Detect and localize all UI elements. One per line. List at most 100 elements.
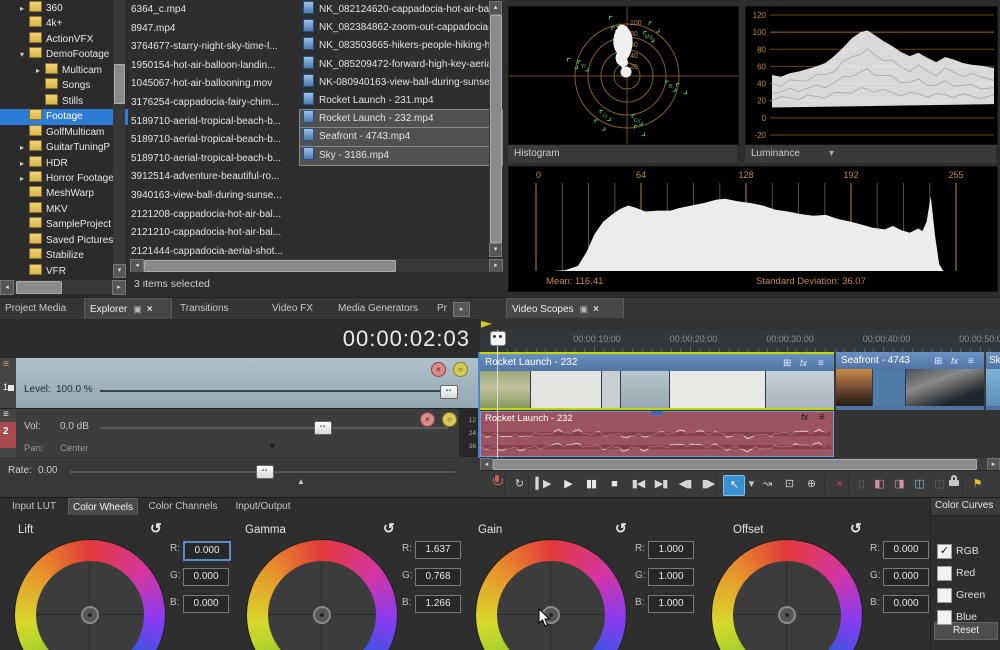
tab-window-icon[interactable]: ▣: [580, 304, 589, 314]
file-item[interactable]: Sky - 3186.mp4: [300, 147, 502, 165]
go-to-end-icon[interactable]: ▶▮: [652, 475, 670, 494]
tree-expander-icon[interactable]: ▸: [36, 63, 45, 79]
track2-solo-button[interactable]: ○: [442, 412, 457, 427]
sidebar-item-demofootage[interactable]: ▾DemoFootage: [0, 47, 129, 63]
tab-close-icon[interactable]: ×: [593, 304, 599, 315]
event-fx-icon[interactable]: fx: [800, 355, 807, 371]
tree-scrollbar-thumb[interactable]: [114, 64, 125, 104]
file-item[interactable]: 1045067-hot-air-ballooning.mov: [131, 75, 299, 93]
file-item[interactable]: NK_085209472-forward-high-key-aeria...: [300, 56, 502, 74]
track1-solo-button[interactable]: ○: [453, 362, 468, 377]
file-item[interactable]: NK_082124620-cappadocia-hot-air-bal...: [300, 1, 502, 19]
tab-overflow-button[interactable]: ▸: [453, 302, 470, 317]
timeline-scrollbar-thumb[interactable]: [493, 459, 977, 470]
tree-scroll-right-button[interactable]: ▸: [112, 280, 126, 295]
track2-vol-slider-track[interactable]: [100, 427, 448, 429]
track2-pan-center-marker[interactable]: ▼: [268, 441, 277, 451]
lock-icon[interactable]: [945, 475, 963, 494]
sidebar-item-stills[interactable]: Stills: [0, 94, 129, 110]
offset-b-value-field[interactable]: 0.000: [883, 595, 929, 613]
tab-transitions[interactable]: Transitions: [180, 298, 260, 319]
file-scrollbar-thumb-v[interactable]: [490, 15, 502, 243]
checkbox-blue[interactable]: [937, 610, 952, 625]
play-icon[interactable]: ▶: [559, 475, 577, 494]
timeline-horizontal-scrollbar[interactable]: ◂ ▸: [480, 458, 1000, 470]
file-item[interactable]: 6364_c.mp4: [131, 1, 299, 19]
sidebar-item-horror-footage[interactable]: ▸Horror Footage: [0, 171, 129, 187]
timeline-scroll-left-button[interactable]: ◂: [480, 458, 493, 470]
snap-icon[interactable]: ▯: [852, 475, 870, 494]
color-wheel-gamma[interactable]: [247, 540, 397, 650]
zoom-tool-icon[interactable]: ⊕: [802, 475, 820, 494]
sidebar-item-sampleproject[interactable]: SampleProject: [0, 217, 129, 233]
tab-input-output[interactable]: Input/Output: [228, 498, 298, 515]
file-item[interactable]: 3176254-cappadocia-fairy-chim...: [131, 94, 299, 112]
pause-icon[interactable]: ▮▮: [582, 475, 600, 494]
wheel-puck-lift[interactable]: [81, 606, 99, 624]
sidebar-item-hdr[interactable]: ▸HDR: [0, 156, 129, 172]
audio-track-header[interactable]: ≡ 2 Vol: 0.0 dB ▪▪ Pan: Center ▼ × ○ 122…: [0, 409, 478, 458]
gamma-g-value-field[interactable]: 0.768: [415, 568, 461, 586]
tree-scroll-left-button[interactable]: ◂: [0, 280, 14, 295]
sidebar-item-saved-pictures[interactable]: Saved Pictures: [0, 233, 129, 249]
gain-b-value-field[interactable]: 1.000: [648, 595, 694, 613]
tab-video-fx[interactable]: Video FX: [272, 298, 330, 319]
reset-gain-icon[interactable]: ↺: [615, 520, 627, 537]
file-item[interactable]: NK_082384862-zoom-out-cappadocia-...: [300, 19, 502, 37]
tab-pr[interactable]: Pr: [437, 298, 451, 319]
event-fx-icon[interactable]: fx: [951, 353, 958, 369]
track2-vol-slider-handle[interactable]: ▪▪: [314, 421, 332, 435]
sidebar-item-vfr[interactable]: VFR: [0, 264, 129, 280]
track1-mute-button[interactable]: ×: [431, 362, 446, 377]
luminance-dropdown-icon[interactable]: ▾: [829, 148, 834, 159]
file-item[interactable]: 5189710-aerial-tropical-beach-b...: [131, 113, 299, 131]
tree-expander-icon[interactable]: ▸: [20, 156, 29, 172]
checkbox-red[interactable]: [937, 566, 952, 581]
lift-r-value-field[interactable]: 0.000: [183, 541, 231, 561]
clip-menu-icon[interactable]: ≡: [819, 412, 825, 423]
clip-menu-icon[interactable]: ≡: [818, 355, 824, 371]
tree-expander-icon[interactable]: ▸: [20, 171, 29, 187]
audio-clip-rocket-launch[interactable]: Rocket Launch - 232 fx ≡: [480, 411, 834, 457]
clip-menu-icon[interactable]: ≡: [968, 353, 974, 369]
file-list-vertical-scrollbar[interactable]: ▴ ▾: [489, 1, 502, 257]
tree-scrollbar-thumb-h[interactable]: [16, 281, 62, 294]
stop-icon[interactable]: ■: [605, 475, 623, 494]
reset-lift-icon[interactable]: ↺: [150, 520, 162, 537]
file-item[interactable]: 3912514-adventure-beautiful-ro...: [131, 168, 299, 186]
wheel-inner[interactable]: [497, 561, 605, 650]
luminance-selector[interactable]: Luminance ▾: [745, 145, 996, 163]
go-to-start-icon[interactable]: ▮◀: [629, 475, 647, 494]
color-wheel-offset[interactable]: [712, 540, 862, 650]
file-scroll-down-button[interactable]: ▾: [489, 243, 502, 257]
video-clip2-titlebar[interactable]: Seafront - 4743 ⊞ fx ≡: [836, 352, 984, 369]
tab-video-scopes[interactable]: Video Scopes▣×: [506, 298, 624, 319]
audio-clip-selection-handle[interactable]: [651, 411, 663, 415]
track1-menu-icon[interactable]: ≡: [3, 359, 9, 370]
tab-input-lut[interactable]: Input LUT: [8, 498, 60, 515]
event-fx-icon[interactable]: fx: [801, 412, 808, 422]
reset-gamma-icon[interactable]: ↺: [383, 520, 395, 537]
histogram-selector[interactable]: Histogram: [508, 145, 737, 163]
tab-color-channels[interactable]: Color Channels: [143, 498, 223, 515]
video-clip-seafront[interactable]: Seafront - 4743 ⊞ fx ≡: [836, 352, 984, 410]
tree-scrollbar-down-button[interactable]: ▾: [113, 264, 126, 278]
color-wheel-gain[interactable]: [476, 540, 626, 650]
file-item[interactable]: 3940163-view-ball-during-sunse...: [131, 187, 299, 205]
reset-offset-icon[interactable]: ↺: [850, 520, 862, 537]
gamma-r-value-field[interactable]: 1.637: [415, 541, 461, 559]
file-scrollbar-thumb-h[interactable]: [144, 260, 396, 272]
tree-expander-icon[interactable]: ▸: [20, 1, 29, 17]
file-item[interactable]: 1950154-hot-air-balloon-landin...: [131, 57, 299, 75]
video-clip3-titlebar[interactable]: Sky - 3186: [986, 352, 1000, 369]
pan-crop-icon[interactable]: ⊞: [783, 355, 791, 371]
track1-level-slider-handle[interactable]: ▪▪: [440, 385, 458, 399]
tab-window-icon[interactable]: ▣: [133, 304, 142, 314]
pan-crop-icon[interactable]: ⊞: [934, 353, 942, 369]
file-scroll-right-button[interactable]: ▸: [489, 259, 503, 273]
sidebar-item-360[interactable]: ▸360: [0, 1, 129, 17]
wheel-puck-offset[interactable]: [778, 606, 796, 624]
color-curves-header[interactable]: Color Curves: [931, 498, 1000, 516]
sidebar-item-multicam[interactable]: ▸Multicam: [0, 63, 129, 79]
next-frame-icon[interactable]: ▮▶: [699, 475, 717, 494]
